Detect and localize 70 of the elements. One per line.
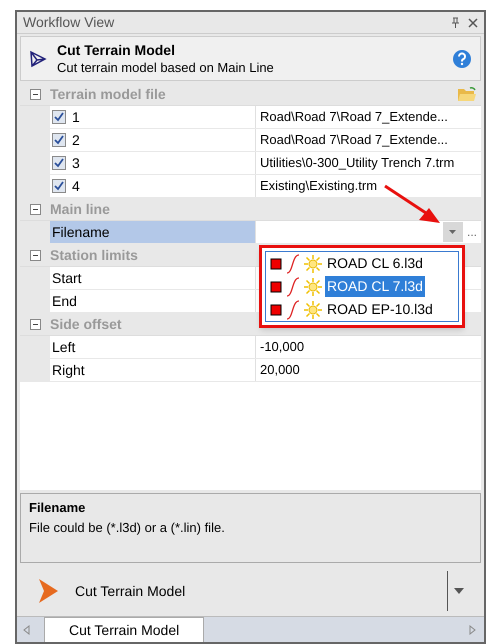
dropdown-item-label: ROAD EP-10.l3d [326, 300, 434, 319]
category-label: Main line [50, 200, 110, 218]
caret-icon [449, 230, 456, 234]
chevron-icon [37, 578, 59, 604]
property-value: 20,000 [260, 361, 300, 380]
sun-icon [304, 278, 322, 296]
run-command-label: Cut Terrain Model [75, 582, 186, 600]
command-description: Cut terrain model based on Main Line [57, 58, 275, 76]
property-value: Utilities\0-300_Utility Trench 7.trm [260, 154, 454, 172]
property-name-cell[interactable]: End [50, 290, 256, 312]
annotation-arrow [383, 184, 441, 224]
property-name-cell[interactable]: 3 [50, 152, 256, 174]
browse-button[interactable]: ... [466, 223, 477, 241]
checkbox[interactable] [52, 156, 66, 170]
dropdown-item[interactable]: ROAD CL 7.l3d [266, 275, 458, 298]
square-icon [270, 258, 282, 270]
property-name: Right [52, 360, 85, 380]
pin-icon[interactable] [451, 17, 460, 28]
property-name: Start [52, 268, 82, 288]
property-name-cell[interactable]: Start [50, 267, 256, 289]
collapse-icon[interactable] [30, 204, 40, 214]
property-value: Road\Road 7\Road 7_Extende... [260, 131, 448, 150]
property-name-cell[interactable]: Right [50, 359, 256, 381]
window-title: Workflow View [23, 13, 114, 32]
property-name: End [52, 292, 77, 310]
curve-icon [285, 300, 301, 320]
curve-icon [285, 276, 301, 296]
property-name: Left [52, 338, 76, 356]
scroll-right-icon[interactable] [469, 624, 476, 634]
property-name-cell[interactable]: 4 [50, 175, 256, 197]
dropdown-item-label: ROAD CL 6.l3d [326, 254, 424, 273]
property-name: 1 [72, 108, 80, 126]
curve-icon [285, 254, 301, 274]
collapse-icon[interactable] [30, 250, 40, 260]
property-name: 4 [72, 176, 80, 196]
help-text: File could be (*.l3d) or a (*.lin) file. [29, 518, 226, 537]
category-label: Side offset [50, 314, 122, 334]
property-name-cell[interactable]: 2 [50, 129, 256, 151]
property-value: -10,000 [260, 338, 304, 356]
document-tab[interactable]: Cut Terrain Model [44, 617, 204, 642]
help-title: Filename [29, 499, 86, 517]
checkbox[interactable] [52, 110, 66, 124]
dropdown-item[interactable]: ROAD EP-10.l3d [266, 298, 458, 321]
dropdown-item-label: ROAD CL 7.l3d [325, 276, 425, 297]
scroll-left-icon[interactable] [23, 624, 30, 634]
dropdown-item[interactable]: ROAD CL 6.l3d [266, 252, 458, 275]
checkbox[interactable] [52, 133, 66, 147]
caret-icon[interactable] [454, 588, 464, 594]
square-icon [270, 304, 282, 316]
sun-icon [304, 254, 322, 272]
collapse-icon[interactable] [30, 318, 40, 330]
dropdown-button[interactable] [442, 222, 463, 242]
property-name-cell[interactable]: Left [50, 336, 256, 358]
category-label: Terrain model file [50, 84, 166, 104]
close-icon[interactable] [468, 18, 478, 28]
command-title: Cut Terrain Model [57, 42, 176, 58]
category-label: Station limits [50, 246, 138, 264]
sun-icon [304, 300, 322, 318]
triangle-tool-icon [29, 50, 47, 68]
property-value: Existing\Existing.trm [260, 177, 378, 196]
collapse-icon[interactable] [30, 88, 40, 100]
property-name: 3 [72, 154, 80, 172]
help-icon[interactable] [452, 48, 472, 68]
property-name-cell[interactable]: Filename [50, 221, 256, 243]
square-icon [270, 280, 282, 292]
property-name: Filename [52, 222, 110, 242]
checkbox[interactable] [52, 179, 66, 193]
property-name: 2 [72, 130, 80, 150]
property-value: Road\Road 7\Road 7_Extende... [260, 108, 448, 126]
property-name-cell[interactable]: 1 [50, 106, 256, 128]
